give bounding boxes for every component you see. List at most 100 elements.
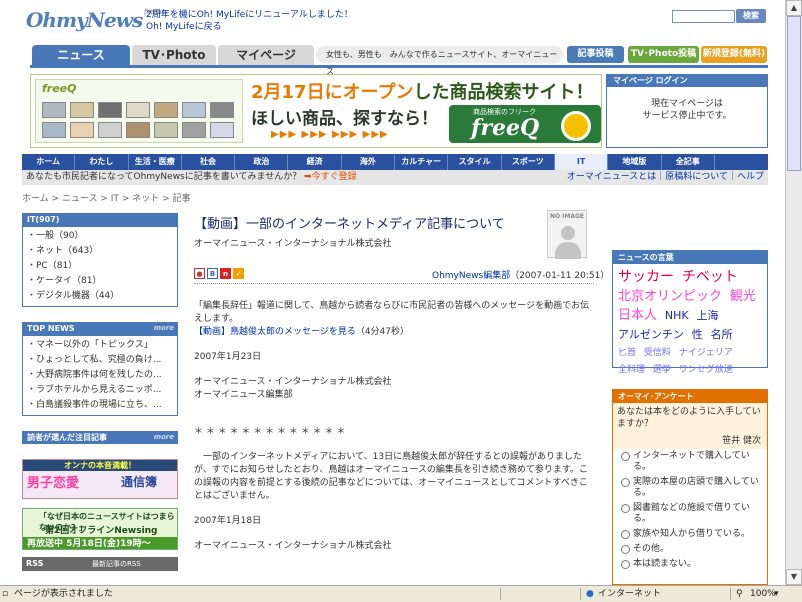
register-button[interactable]: 新規登録(無料) <box>701 46 767 63</box>
tab-news[interactable]: ニュース <box>32 45 130 65</box>
category-politics[interactable]: 政治 <box>235 154 289 170</box>
survey-option[interactable]: その他。 <box>613 542 767 557</box>
it-category-heading[interactable]: IT(907) <box>22 213 178 226</box>
keyword-link[interactable]: 選挙 <box>653 365 671 375</box>
radio-button[interactable] <box>621 452 630 461</box>
tab-tv-photo[interactable]: TV･Photo <box>132 45 216 65</box>
survey-option[interactable]: 実際の本屋の店頭で購入している。 <box>613 475 767 501</box>
survey-option[interactable]: インターネットで購入している。 <box>613 449 767 475</box>
citizen-reporter-prompt: あなたも市民記者になってOhmyNewsに記事を書いてみませんか？ ➡今すぐ登録 <box>26 170 357 185</box>
category-watashi[interactable]: わたし <box>75 154 129 170</box>
search-button[interactable]: 検索 <box>736 9 766 23</box>
notice-date: 2007年1月23日 <box>194 352 262 362</box>
keyword-link[interactable]: 性 <box>692 328 703 341</box>
category-culture[interactable]: カルチャー <box>395 154 449 170</box>
keyword-link[interactable]: ナイジェリア <box>679 348 733 358</box>
keyword-link[interactable]: チベット <box>682 269 738 285</box>
announcement-line-1[interactable]: 2周年を機にOh! MyLifeにリニューアルしました！ <box>146 9 353 21</box>
scroll-up-icon[interactable]: ▲ <box>786 0 802 16</box>
newsing-icon[interactable]: n <box>220 268 231 279</box>
article-date: （2007-01-11 20:51） <box>510 271 610 281</box>
top-news-item[interactable]: ・マネー以外の「トピックス」 <box>27 338 173 353</box>
offline-newsing-ad[interactable]: 「なぜ日本のニュースサイトはつまらないのか？」 第2回オフラインNewsing … <box>22 508 178 550</box>
keyword-link[interactable]: 北京オリンピック <box>618 289 722 304</box>
banner-thumb <box>42 122 66 138</box>
category-life-medical[interactable]: 生活・医療 <box>129 154 182 170</box>
it-subcategory-item[interactable]: ・デジタル機器（44） <box>27 289 173 304</box>
keyword-link[interactable]: ワンセグ放送 <box>679 365 733 375</box>
survey-option[interactable]: 本は読まない。 <box>613 557 767 572</box>
top-news-item[interactable]: ・ラブホテルから見えるニッポ... <box>27 383 173 398</box>
survey-author: 笹井 健次 <box>613 433 767 449</box>
mypage-login-line-1: 現在マイページは <box>651 99 723 109</box>
article-author-link[interactable]: OhmyNews編集部 <box>432 271 510 281</box>
category-all-articles[interactable]: 全記事 <box>662 154 715 170</box>
video-message-link[interactable]: 【動画】鳥越俊太郎のメッセージを見る <box>194 327 356 337</box>
category-regional[interactable]: 地域版 <box>608 154 662 170</box>
vertical-scrollbar[interactable]: ▲ ▼ <box>785 0 802 585</box>
keyword-link[interactable]: 受信料 <box>644 348 671 358</box>
notice-organization: オーマイニュース・インターナショナル株式会社 <box>194 541 392 551</box>
category-sports[interactable]: スポーツ <box>502 154 555 170</box>
survey-option[interactable]: 家族や知人から借りている。 <box>613 527 767 542</box>
breadcrumb[interactable]: ホーム > ニュース > IT > ネット > 記事 <box>22 191 190 204</box>
survey-option-label: インターネットで購入している。 <box>633 451 750 472</box>
radio-button[interactable] <box>621 530 630 539</box>
radio-button[interactable] <box>621 478 630 487</box>
notice-date: 2007年1月18日 <box>194 516 262 526</box>
rss-bar[interactable]: RSS 最新記事のRSS <box>22 557 178 571</box>
radio-button[interactable] <box>621 504 630 513</box>
tab-mypage[interactable]: マイページ <box>218 45 314 65</box>
category-overseas[interactable]: 海外 <box>342 154 396 170</box>
freeq-banner[interactable]: freeQ 2月17日にオープンした商品検索サイト！ ほしい商品、探すなら！ ▶… <box>30 74 602 148</box>
it-subcategory-item[interactable]: ・PC（81） <box>27 259 173 274</box>
category-style[interactable]: スタイル <box>448 154 502 170</box>
it-subcategory-item[interactable]: ・一般（90） <box>27 229 173 244</box>
about-links[interactable]: オーマイニュースとは｜原稿料について｜ヘルプ <box>567 170 764 185</box>
radio-button[interactable] <box>621 560 630 569</box>
share-icons: ● B n ✓ <box>194 268 244 279</box>
keyword-link[interactable]: 名所 <box>711 328 733 341</box>
category-society[interactable]: 社会 <box>182 154 236 170</box>
security-zone: インターネット <box>598 589 662 599</box>
post-article-button[interactable]: 記事投稿 <box>567 46 624 63</box>
keyword-link[interactable]: NHK <box>665 309 689 322</box>
keyword-link[interactable]: 匕首 <box>618 348 636 358</box>
zoom-level[interactable]: 100% <box>750 586 776 602</box>
keyword-link[interactable]: サッカー <box>618 269 674 285</box>
survey-option[interactable]: 図書館などの施設で借りている。 <box>613 501 767 527</box>
love-report-ad[interactable]: オンナの本音満載！ 男子恋愛 通信簿 <box>22 459 178 499</box>
category-home[interactable]: ホーム <box>22 154 76 170</box>
keyword-link[interactable]: 全料理 <box>618 365 645 375</box>
top-news-item[interactable]: ・大野病院事件は何を残したの... <box>27 368 173 383</box>
register-now-link[interactable]: ➡今すぐ登録 <box>304 172 357 182</box>
top-news-more-link[interactable]: more <box>154 322 174 335</box>
search-input[interactable] <box>672 10 735 23</box>
keyword-link[interactable]: アルゼンチン <box>618 328 684 341</box>
zoom-magnifier-icon[interactable]: ⚲ <box>736 586 743 602</box>
keyword-link[interactable]: 日本人 <box>618 308 657 323</box>
it-subcategory-item[interactable]: ・ネット（643） <box>27 244 173 259</box>
category-it[interactable]: IT <box>554 154 609 170</box>
announcement-line-2[interactable]: Oh! MyLifeに戻る <box>146 21 353 33</box>
keyword-link[interactable]: 上海 <box>696 309 718 322</box>
category-economy[interactable]: 経済 <box>288 154 342 170</box>
it-subcategory-item[interactable]: ・ケータイ（81） <box>27 274 173 289</box>
zoom-dropdown-icon[interactable]: ▾ <box>774 586 779 602</box>
top-news-item[interactable]: ・ひょっとして私、究極の負け... <box>27 353 173 368</box>
rss-mail-icon[interactable]: ✓ <box>233 268 244 279</box>
keyword-link[interactable]: 観光 <box>730 289 756 304</box>
scroll-down-icon[interactable]: ▼ <box>786 569 802 585</box>
reader-picks-more-link[interactable]: more <box>154 431 174 444</box>
scrollbar-thumb[interactable] <box>787 16 801 171</box>
article-paragraph: 一部のインターネットメディアにおいて、13日に鳥越俊太郎が辞任するとの誤報があり… <box>194 452 589 501</box>
survey-option-label: その他。 <box>633 544 670 554</box>
top-news-item[interactable]: ・白島議殺事件の現場に立ち、... <box>27 398 173 413</box>
rss-text: 最新記事のRSS <box>92 560 141 568</box>
it-category-list: ・一般（90） ・ネット（643） ・PC（81） ・ケータイ（81） ・デジタ… <box>22 226 178 307</box>
radio-button[interactable] <box>621 545 630 554</box>
clip-icon[interactable]: ● <box>194 268 205 279</box>
star-divider: ＊ ＊ ＊ ＊ ＊ ＊ ＊ ＊ ＊ ＊ ＊ ＊ ＊ <box>194 427 346 437</box>
post-tv-photo-button[interactable]: TV･Photo投稿 <box>628 46 699 63</box>
hatena-bookmark-icon[interactable]: B <box>207 268 218 279</box>
